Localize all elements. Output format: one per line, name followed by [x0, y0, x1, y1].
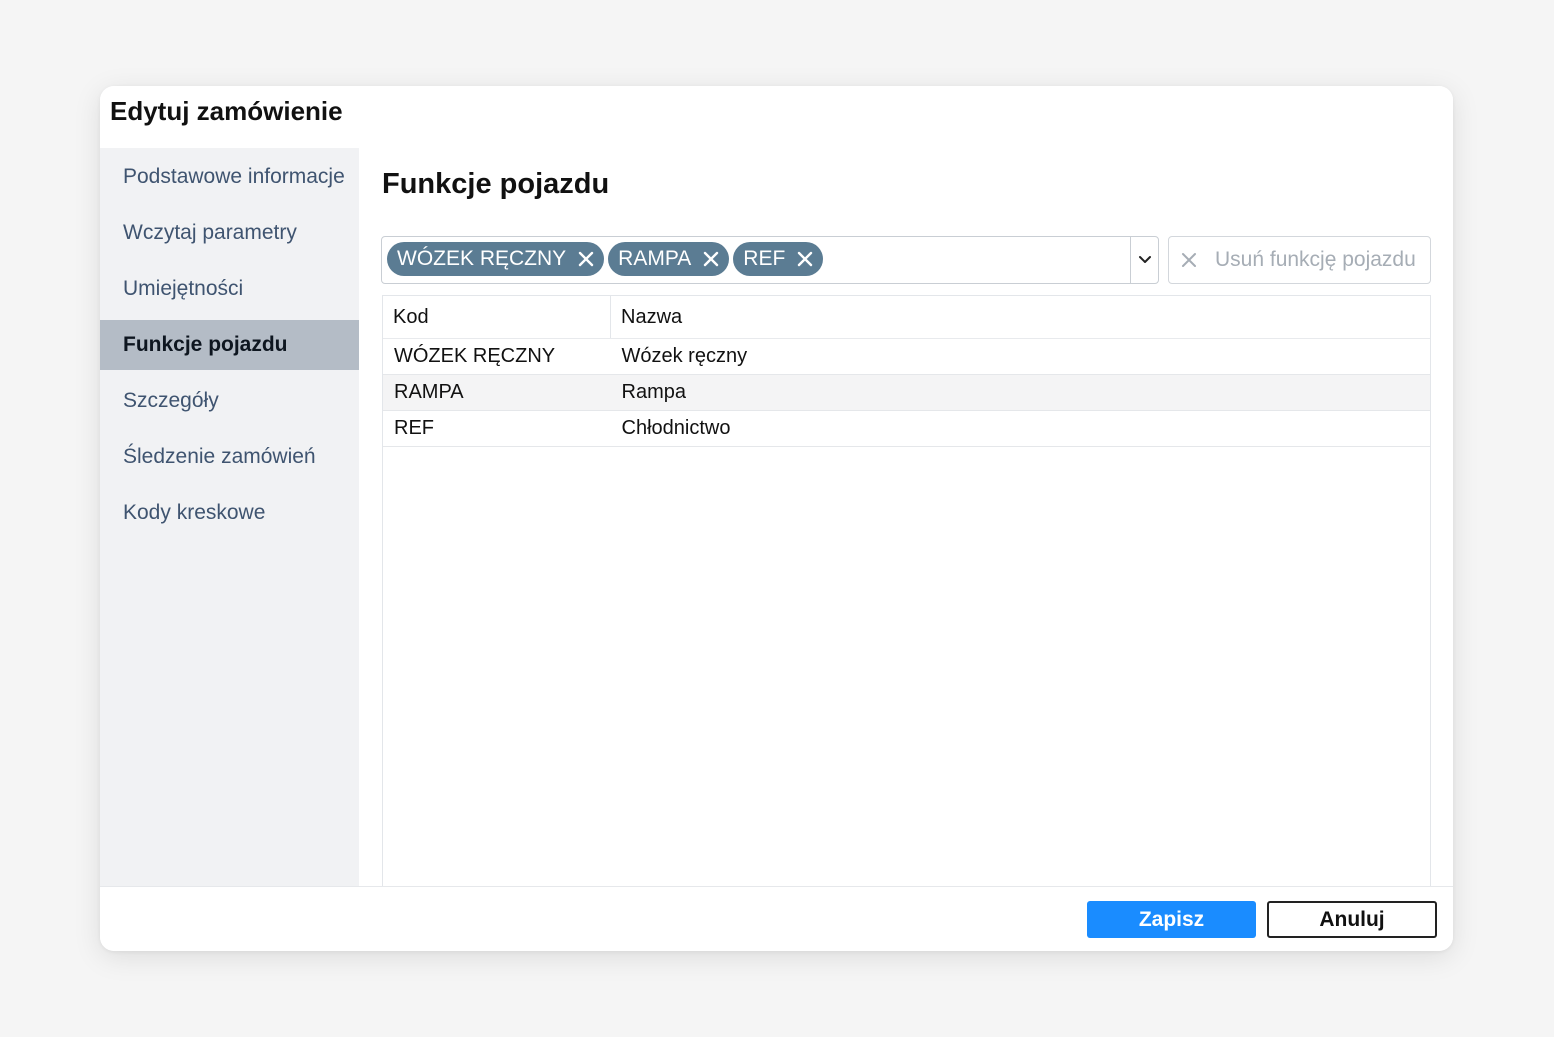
- main-content: Funkcje pojazdu WÓZEK RĘCZNY RAMPA REF U…: [359, 86, 1453, 887]
- sidebar-item-szczegoly[interactable]: Szczegóły: [100, 376, 359, 426]
- modal-footer: Zapisz Anuluj: [100, 886, 1453, 951]
- cell-kod: WÓZEK RĘCZNY: [383, 338, 611, 375]
- table-row[interactable]: RAMPA Rampa: [383, 374, 1430, 411]
- sidebar-item-umiejetnosci[interactable]: Umiejętności: [100, 264, 359, 314]
- sidebar-item-funkcje-pojazdu[interactable]: Funkcje pojazdu: [100, 320, 359, 370]
- column-header-nazwa[interactable]: Nazwa: [610, 296, 1430, 339]
- sidebar-nav: Podstawowe informacje Wczytaj parametry …: [100, 152, 359, 544]
- cell-nazwa: Rampa: [610, 374, 1430, 411]
- vehicle-features-multiselect[interactable]: WÓZEK RĘCZNY RAMPA REF: [381, 236, 1159, 284]
- table-header-row: Kod Nazwa: [383, 296, 1430, 339]
- sidebar-item-wczytaj-parametry[interactable]: Wczytaj parametry: [100, 208, 359, 258]
- remove-vehicle-feature-button[interactable]: Usuń funkcję pojazdu: [1168, 236, 1431, 284]
- sidebar-item-kody-kreskowe[interactable]: Kody kreskowe: [100, 488, 359, 538]
- close-icon[interactable]: [574, 247, 598, 271]
- table-row[interactable]: WÓZEK RĘCZNY Wózek ręczny: [383, 338, 1430, 375]
- section-title: Funkcje pojazdu: [382, 168, 610, 200]
- close-icon[interactable]: [699, 247, 723, 271]
- save-button[interactable]: Zapisz: [1087, 901, 1256, 938]
- sidebar-item-podstawowe-informacje[interactable]: Podstawowe informacje: [100, 152, 359, 202]
- modal-title: Edytuj zamówienie: [110, 96, 343, 126]
- selected-tags: WÓZEK RĘCZNY RAMPA REF: [387, 242, 824, 278]
- cell-kod: REF: [383, 410, 611, 447]
- close-icon: [1179, 250, 1199, 270]
- tag-chip: WÓZEK RĘCZNY: [387, 242, 605, 276]
- vehicle-features-table: Kod Nazwa WÓZEK RĘCZNY Wózek ręczny RAMP…: [382, 295, 1431, 887]
- column-header-kod[interactable]: Kod: [383, 296, 611, 339]
- cancel-button[interactable]: Anuluj: [1267, 901, 1437, 938]
- tag-chip: RAMPA: [608, 242, 730, 276]
- cell-nazwa: Chłodnictwo: [610, 410, 1430, 447]
- modal-header: Edytuj zamówienie: [100, 86, 359, 148]
- tag-label: REF: [743, 247, 786, 270]
- remove-button-label: Usuń funkcję pojazdu: [1215, 248, 1416, 271]
- cell-nazwa: Wózek ręczny: [610, 338, 1430, 375]
- sidebar-item-sledzenie-zamowien[interactable]: Śledzenie zamówień: [100, 432, 359, 482]
- sidebar: Edytuj zamówienie Podstawowe informacje …: [100, 86, 359, 886]
- table-row[interactable]: REF Chłodnictwo: [383, 410, 1430, 447]
- edit-order-modal: Edytuj zamówienie Podstawowe informacje …: [100, 86, 1453, 951]
- tag-chip: REF: [733, 242, 824, 276]
- tag-label: WÓZEK RĘCZNY: [397, 247, 567, 270]
- chevron-down-icon[interactable]: [1130, 237, 1158, 283]
- cell-kod: RAMPA: [383, 374, 611, 411]
- tag-label: RAMPA: [618, 247, 692, 270]
- close-icon[interactable]: [793, 247, 817, 271]
